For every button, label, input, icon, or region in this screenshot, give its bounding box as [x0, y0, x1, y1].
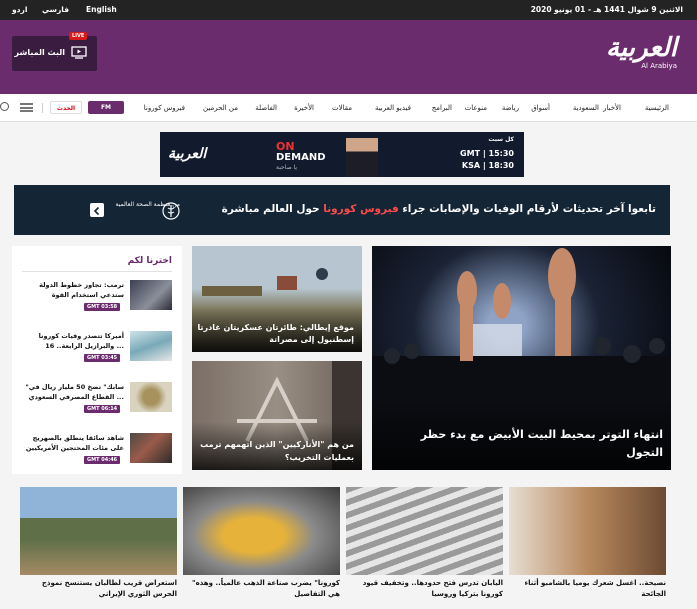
bottom-card[interactable]: "كورونا" يضرب صناعة الذهب عالمياً.. وهذه…: [183, 487, 340, 605]
who-emblem-icon: [162, 202, 180, 220]
search-icon[interactable]: [0, 102, 9, 111]
list-item[interactable]: شاهد سائقا ينطلق بالصهريج على مئات المحت…: [12, 433, 182, 485]
thumb-truck: [130, 433, 172, 463]
menu-icon[interactable]: [20, 103, 33, 112]
picks-title: اخترنا لكم: [127, 256, 172, 266]
nav-item-video[interactable]: فيديو العربية: [375, 104, 411, 112]
nav-item-variety[interactable]: منوعات: [465, 104, 487, 112]
top-bar: الاثنين 9 شوال 1441 هـ - 01 يونيو 2020 E…: [0, 0, 697, 20]
nav-item-programs[interactable]: البرامج: [432, 104, 452, 112]
story-title: من هم "الأناركيين" الذين اتهمهم ترمب بعم…: [200, 440, 354, 462]
main-nav: الرئيسية الأخبار السعودية أسواق رياضة من…: [0, 94, 697, 122]
live-stream-button[interactable]: LIVE البث المباشر: [12, 32, 97, 71]
time-badge: GMT 03:45: [84, 354, 121, 362]
thumb-trump: [130, 280, 172, 310]
list-item[interactable]: أميركا تتصدر وفيات كورونا والبرازيل الرا…: [12, 331, 182, 383]
date-label: الاثنين 9 شوال 1441 هـ - 01 يونيو 2020: [530, 5, 683, 14]
lang-urdu-link[interactable]: اردو: [12, 5, 27, 14]
hadath-logo[interactable]: الحدث: [50, 101, 82, 114]
main-story-card[interactable]: انتهاء التوتر بمحيط البيت الأبيض مع بدء …: [372, 246, 671, 470]
logo-arabic: العربية: [605, 33, 677, 63]
banner-text-post: حول العالم مباشرة: [221, 203, 324, 215]
ad-presenter-image: [346, 138, 378, 177]
list-item-title: "سابك" تضخ 50 مليار ريال في القطاع المصر…: [25, 383, 124, 401]
list-item-title: ترمب: تجاوز خطوط الدولة ستدعي استخدام ال…: [39, 281, 124, 299]
banner-highlight: فيروس كورونا: [323, 203, 399, 215]
nav-item-articles[interactable]: مقالات: [332, 104, 352, 112]
hair-image: [509, 487, 666, 575]
corona-banner[interactable]: تابعوا آخر تحديثات لأرقام الوفيات والإصا…: [14, 185, 670, 235]
gold-image: [183, 487, 340, 575]
bottom-card[interactable]: اليابان تدرس فتح حدودها.. وتخفيف قيود كو…: [346, 487, 503, 605]
banner-arrow-button[interactable]: [90, 203, 104, 217]
nav-item-sports[interactable]: رياضة: [502, 104, 519, 112]
thumb-sabic: [130, 382, 172, 412]
nav-item-latest[interactable]: الأخيرة: [294, 104, 314, 112]
ad-sub: يا صاحبة: [276, 164, 298, 171]
live-badge: LIVE: [69, 32, 88, 40]
page: الاثنين 9 شوال 1441 هـ - 01 يونيو 2020 E…: [0, 0, 697, 609]
ad-on: ON: [276, 140, 295, 153]
logo-english: Al Arabiya: [641, 62, 677, 70]
nav-item-haramain[interactable]: من الحرمين: [203, 104, 238, 112]
time-badge: GMT 06:14: [84, 405, 121, 413]
lang-english-link[interactable]: English: [86, 5, 117, 14]
ad-time-gmt: GMT | 15:30: [460, 149, 514, 158]
list-item[interactable]: ترمب: تجاوز خطوط الدولة ستدعي استخدام ال…: [12, 280, 182, 332]
banner-text-pre: تابعوا آخر تحديثات لأرقام الوفيات والإصا…: [398, 203, 656, 215]
bottom-card-title: "كورونا" يضرب صناعة الذهب عالمياً.. وهذه…: [191, 579, 340, 598]
story-title: موقع إيطالي: طائرتان عسكريتان غادرتا إسط…: [197, 323, 354, 344]
crossing-image: [346, 487, 503, 575]
picks-divider: [22, 271, 172, 272]
list-item-title: أميركا تتصدر وفيات كورونا والبرازيل الرا…: [38, 332, 124, 350]
tv-icon: [71, 46, 87, 59]
chevron-left-icon: [93, 206, 100, 216]
ad-banner[interactable]: العربية ON DEMAND يا صاحبة كل سبت GMT | …: [160, 132, 524, 177]
ad-time-ksa: KSA | 18:30: [461, 161, 514, 170]
bottom-card-title: نصيحة.. اغسل شعرك يوميا بالشامبو أثناء ا…: [524, 579, 666, 598]
bottom-card[interactable]: نصيحة.. اغسل شعرك يوميا بالشامبو أثناء ا…: [509, 487, 666, 605]
time-badge: GMT 03:58: [84, 303, 121, 311]
bottom-card-title: استعراض قريب لطالبان يستنسخ نموذج الحرس …: [41, 579, 177, 598]
nav-item-saudi[interactable]: السعودية: [573, 104, 599, 112]
nav-item-corona[interactable]: فيروس كورونا: [144, 104, 185, 112]
fm-logo[interactable]: FM: [88, 101, 124, 114]
lang-farsi-link[interactable]: فارسي: [42, 5, 69, 14]
story-card[interactable]: موقع إيطالي: طائرتان عسكريتان غادرتا إسط…: [192, 246, 362, 352]
live-label: البث المباشر: [14, 48, 66, 57]
time-badge: GMT 04:46: [84, 456, 121, 464]
ad-logo: العربية: [168, 146, 207, 162]
main-story-title: انتهاء التوتر بمحيط البيت الأبيض مع بدء …: [420, 428, 663, 459]
ad-days: كل سبت: [488, 136, 514, 143]
bottom-card-title: اليابان تدرس فتح حدودها.. وتخفيف قيود كو…: [362, 579, 503, 598]
list-item-title: شاهد سائقا ينطلق بالصهريج على مئات المحت…: [25, 434, 124, 452]
banner-text: تابعوا آخر تحديثات لأرقام الوفيات والإصا…: [222, 203, 656, 215]
nav-item-home[interactable]: الرئيسية: [645, 104, 669, 112]
nav-item-news[interactable]: الأخبار: [603, 104, 621, 112]
ad-demand: DEMAND: [276, 152, 326, 163]
nav-item-fasila[interactable]: الفاصلة: [255, 104, 277, 112]
story-card[interactable]: من هم "الأناركيين" الذين اتهمهم ترمب بعم…: [192, 361, 362, 470]
nav-item-markets[interactable]: أسواق: [531, 104, 550, 112]
nav-divider: [42, 103, 43, 113]
thumb-corona: [130, 331, 172, 361]
bottom-card[interactable]: استعراض قريب لطالبان يستنسخ نموذج الحرس …: [20, 487, 177, 605]
site-logo[interactable]: العربية Al Arabiya: [557, 34, 677, 74]
taliban-image: [20, 487, 177, 575]
list-item[interactable]: "سابك" تضخ 50 مليار ريال في القطاع المصر…: [12, 382, 182, 434]
